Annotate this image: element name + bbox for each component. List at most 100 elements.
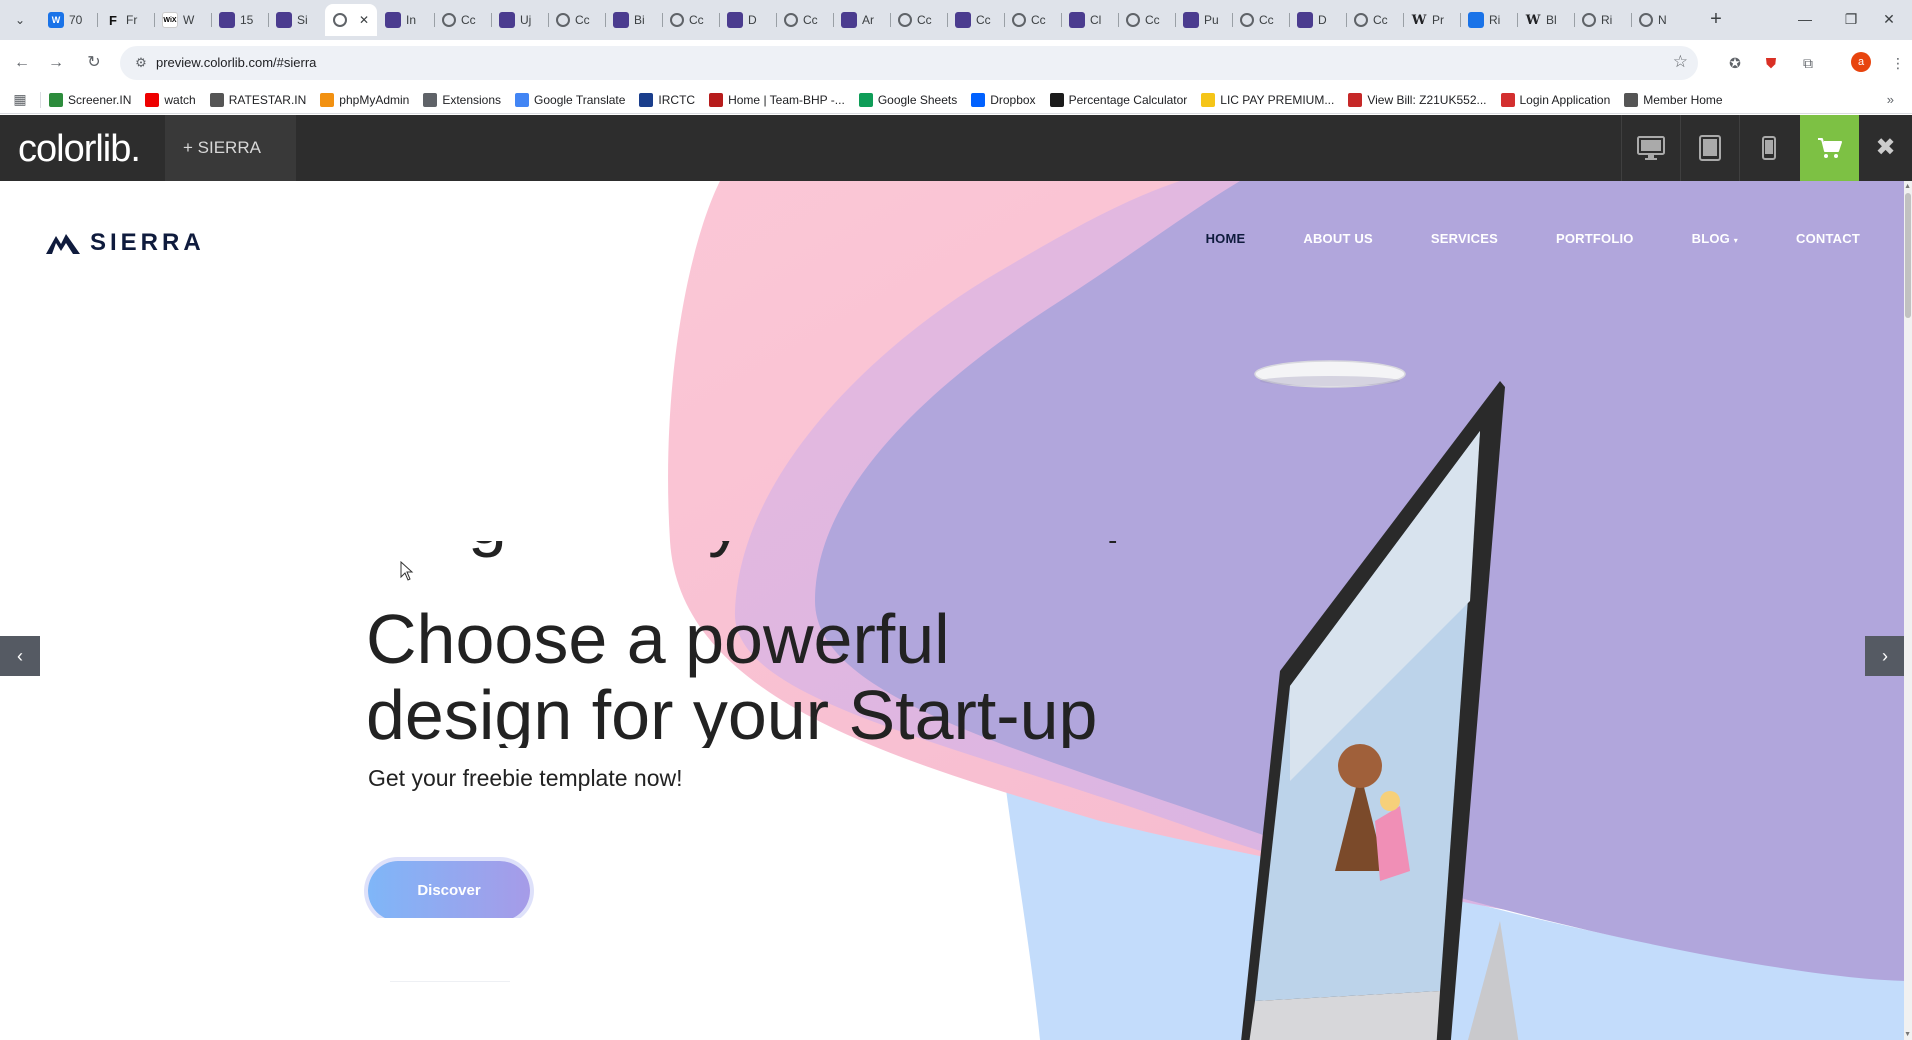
bookmark-label: Google Sheets <box>877 92 958 107</box>
minimize-icon[interactable]: — <box>1782 0 1828 40</box>
tab[interactable]: Cc <box>1346 4 1403 36</box>
bookmark-item[interactable]: Google Sheets <box>858 92 958 107</box>
tab[interactable]: F Fr <box>97 4 154 36</box>
tab[interactable]: Cc <box>776 4 833 36</box>
nav-about-us[interactable]: ABOUT US <box>1303 231 1373 246</box>
bookmark-favicon-icon <box>1348 92 1363 107</box>
tab[interactable]: Ri <box>1460 4 1517 36</box>
tab[interactable]: Cl <box>1061 4 1118 36</box>
extension-icon[interactable]: ✪ <box>1724 52 1746 74</box>
mobile-view-icon[interactable] <box>1739 115 1798 181</box>
tab-search-icon[interactable]: ⌄ <box>10 10 30 30</box>
discover-button[interactable]: Discover <box>368 861 530 921</box>
forward-arrow-icon[interactable]: → <box>44 51 68 75</box>
bookmark-item[interactable]: Dropbox <box>971 92 1036 107</box>
nav-blog-label: BLOG <box>1691 231 1730 246</box>
tab[interactable]: Ri <box>1574 4 1631 36</box>
tab[interactable]: In <box>377 4 434 36</box>
address-bar[interactable]: ⚙ preview.colorlib.com/#sierra ☆ <box>120 46 1698 80</box>
extensions-puzzle-icon[interactable]: ⧉ <box>1797 52 1819 74</box>
tab[interactable]: N <box>1631 4 1688 36</box>
tab[interactable]: Bi <box>605 4 662 36</box>
tab[interactable]: D <box>719 4 776 36</box>
scroll-up-icon[interactable]: ▲ <box>1904 183 1911 190</box>
tab[interactable]: Ar <box>833 4 890 36</box>
tab[interactable]: Cc <box>1232 4 1289 36</box>
bookmark-label: Dropbox <box>990 92 1036 107</box>
nav-home[interactable]: HOME <box>1206 231 1246 246</box>
desktop-view-icon[interactable] <box>1621 115 1680 181</box>
shield-extension-icon[interactable]: ⛊ <box>1760 52 1782 74</box>
tab[interactable]: Cc <box>1118 4 1175 36</box>
site-info-icon[interactable]: ⚙ <box>132 54 150 72</box>
tab-title: Pr <box>1432 13 1444 27</box>
bookmark-item[interactable]: Home | Team-BHP -... <box>709 92 845 107</box>
back-arrow-icon[interactable]: ← <box>10 51 34 75</box>
tab[interactable]: Si <box>268 4 325 36</box>
tab[interactable]: WiX W <box>154 4 211 36</box>
tab-title: Cc <box>575 13 590 27</box>
close-window-icon[interactable]: ✕ <box>1866 0 1912 40</box>
nav-services[interactable]: SERVICES <box>1431 231 1498 246</box>
tab[interactable]: W Pr <box>1403 4 1460 36</box>
slider-next-arrow[interactable]: › <box>1865 636 1905 676</box>
tab-close-icon[interactable]: ✕ <box>359 13 369 27</box>
tab[interactable]: Cc <box>434 4 491 36</box>
tab[interactable]: D <box>1289 4 1346 36</box>
tab[interactable]: Pu <box>1175 4 1232 36</box>
bookmark-item[interactable]: Extensions <box>423 92 501 107</box>
bookmark-item[interactable]: IRCTC <box>639 92 695 107</box>
bookmark-item[interactable]: Screener.IN <box>49 92 131 107</box>
globe-favicon-icon <box>1354 13 1368 27</box>
bookmark-label: RATESTAR.IN <box>228 92 307 107</box>
bookmark-item[interactable]: View Bill: Z21UK552... <box>1348 92 1487 107</box>
nav-portfolio[interactable]: PORTFOLIO <box>1556 231 1634 246</box>
bookmark-item[interactable]: RATESTAR.IN <box>209 92 307 107</box>
bookmark-label: watch <box>164 92 196 107</box>
address-url[interactable]: preview.colorlib.com/#sierra <box>156 55 316 70</box>
page-scrollbar[interactable]: ▲ ▼ <box>1904 181 1912 1040</box>
slider-prev-arrow[interactable]: ‹ <box>0 636 40 676</box>
tab-active[interactable]: ✕ <box>325 4 377 36</box>
bookmark-item[interactable]: Google Translate <box>515 92 625 107</box>
colorlib-logo[interactable]: colorlib. <box>18 128 141 171</box>
nav-contact[interactable]: CONTACT <box>1796 231 1860 246</box>
nav-blog[interactable]: BLOG ▾ <box>1692 231 1738 246</box>
globe-favicon-icon <box>556 13 570 27</box>
tab[interactable]: Cc <box>947 4 1004 36</box>
apps-grid-icon[interactable]: ▦ <box>0 91 40 108</box>
profile-avatar[interactable]: a <box>1851 52 1871 72</box>
scrollbar-thumb[interactable] <box>1905 193 1911 318</box>
tab[interactable]: Cc <box>548 4 605 36</box>
more-bookmarks-icon[interactable]: » <box>1887 92 1894 107</box>
tab-title: Cc <box>917 13 932 27</box>
browser-menu-icon[interactable]: ⋮ <box>1887 52 1909 74</box>
fr-favicon-icon: F <box>109 12 117 28</box>
bookmark-item[interactable]: Login Application <box>1500 92 1610 107</box>
bookmark-item[interactable]: Member Home <box>1624 92 1723 107</box>
globe-favicon-icon <box>1639 13 1653 27</box>
new-tab-button[interactable]: + <box>1704 8 1728 32</box>
blue-favicon-icon <box>1468 12 1484 28</box>
close-preview-icon[interactable]: ✖ <box>1859 115 1912 181</box>
tab[interactable]: Cc <box>890 4 947 36</box>
bookmark-item[interactable]: phpMyAdmin <box>320 92 409 107</box>
bookmark-star-icon[interactable]: ☆ <box>1673 52 1688 72</box>
tab[interactable]: Cc <box>1004 4 1061 36</box>
scroll-down-icon[interactable]: ▼ <box>1904 1031 1911 1038</box>
tab[interactable]: Cc <box>662 4 719 36</box>
bookmark-label: View Bill: Z21UK552... <box>1367 92 1487 107</box>
reload-icon[interactable]: ↻ <box>82 51 106 75</box>
theme-selector[interactable]: + SIERRA <box>165 115 296 181</box>
bookmark-item[interactable]: Percentage Calculator <box>1049 92 1187 107</box>
bookmark-item[interactable]: watch <box>145 92 196 107</box>
hero-headline: Choose a powerful design for your Start-… <box>366 601 1226 748</box>
tab[interactable]: Uj <box>491 4 548 36</box>
tab[interactable]: W 70 <box>40 4 97 36</box>
tablet-view-icon[interactable] <box>1680 115 1739 181</box>
cart-icon[interactable] <box>1800 115 1859 181</box>
bookmark-item[interactable]: LIC PAY PREMIUM... <box>1201 92 1334 107</box>
tab[interactable]: 15 <box>211 4 268 36</box>
tab[interactable]: W Bl <box>1517 4 1574 36</box>
site-logo[interactable]: SIERRA <box>46 229 205 257</box>
